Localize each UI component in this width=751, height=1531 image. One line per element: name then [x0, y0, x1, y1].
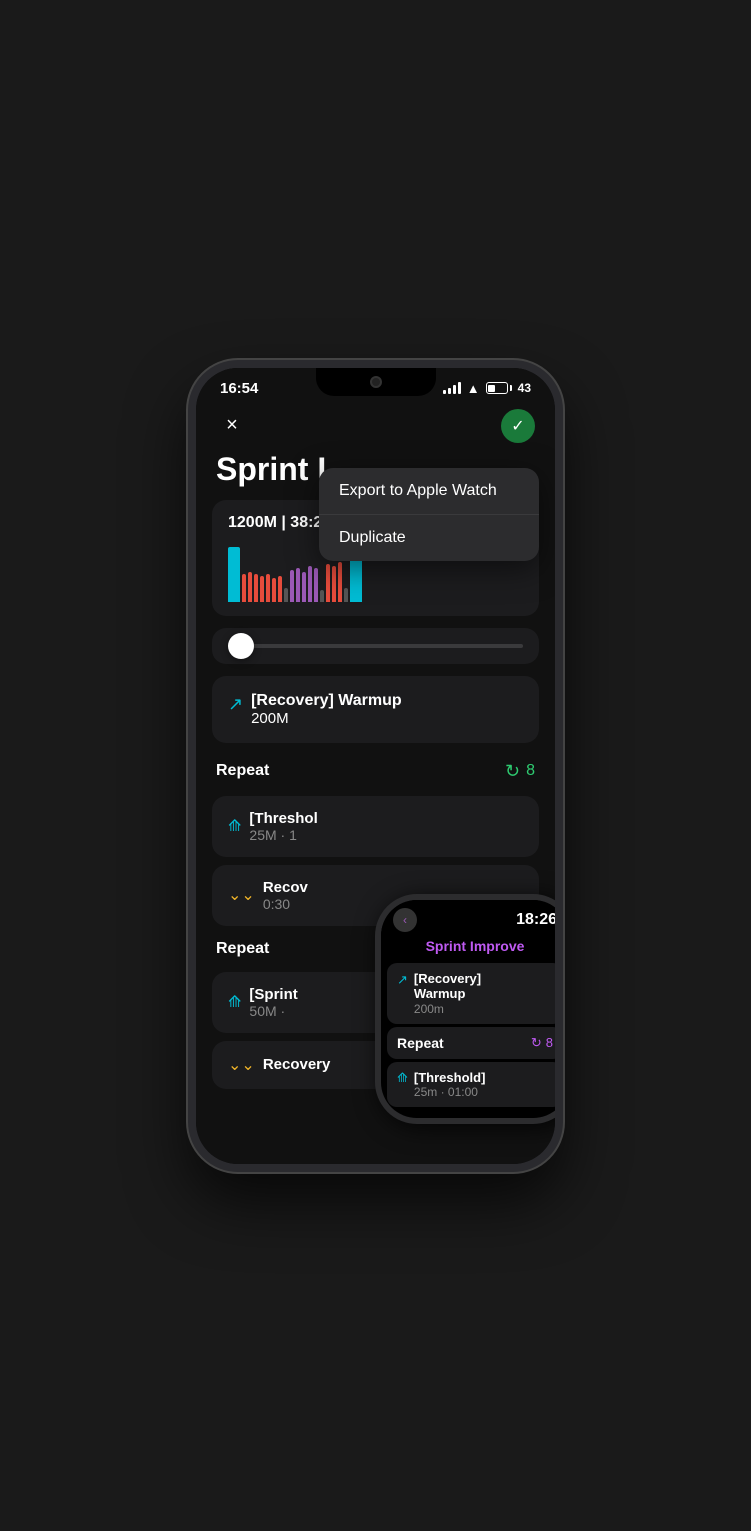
repeat-label-1: Repeat: [216, 762, 269, 780]
warmup-card[interactable]: ↗ [Recovery] Warmup 200M: [212, 676, 539, 743]
watch-threshold-sub: 25m · 01:00: [414, 1085, 486, 1099]
chart-bar: [266, 574, 270, 602]
warmup-distance: 200M: [251, 710, 402, 727]
header-bar: × ✓: [196, 401, 555, 451]
watch-repeat-icon: ↻: [531, 1035, 542, 1051]
chart-bar: [326, 564, 330, 602]
chart-bar: [290, 570, 294, 602]
sprint-up-icon: ⟰: [228, 992, 241, 1012]
repeat-count-1: ↻ 8: [505, 761, 535, 782]
watch-screen: ‹ 18:26 Sprint Improve ↗ [Recovery] Warm…: [381, 900, 555, 1118]
chart-bar: [248, 572, 252, 602]
status-icons: ▲ 43: [443, 381, 531, 396]
battery-icon: [486, 382, 512, 394]
confirm-button[interactable]: ✓: [501, 409, 535, 443]
watch-repeat-number: 8: [546, 1035, 553, 1050]
watch-time: 18:26: [516, 911, 555, 929]
chart-bar: [302, 572, 306, 602]
recovery-title: Recov: [263, 879, 308, 896]
warmup-text: [Recovery] Warmup 200M: [251, 692, 402, 727]
watch-repeat-label: Repeat: [397, 1035, 444, 1051]
chart-bar: [332, 566, 336, 602]
watch-back-button: ‹: [393, 908, 417, 932]
sprint-sub: 50M ·: [249, 1003, 297, 1019]
chart-bar: [242, 574, 246, 602]
slider-thumb[interactable]: [228, 633, 254, 659]
close-button[interactable]: ×: [216, 410, 248, 442]
slider-track[interactable]: [228, 644, 523, 648]
watch-workout-title: Sprint Improve: [381, 936, 555, 960]
chart-bar: [278, 576, 282, 602]
watch-threshold-title: [Threshold]: [414, 1070, 486, 1086]
threshold-sub: 25M · 1: [249, 827, 317, 843]
watch-repeat-item: Repeat ↻ 8: [387, 1027, 555, 1059]
wifi-icon: ▲: [467, 381, 480, 396]
export-watch-item[interactable]: Export to Apple Watch: [319, 468, 539, 515]
threshold-up-icon: ⟰: [228, 816, 241, 836]
repeat-icon-1: ↻: [505, 761, 520, 782]
slider-card[interactable]: [212, 628, 539, 664]
watch-status-bar: ‹ 18:26: [381, 900, 555, 936]
dropdown-menu: Export to Apple Watch Duplicate: [319, 468, 539, 561]
signal-icon: [443, 382, 461, 394]
chart-bar: [228, 547, 240, 602]
chart-bar: [272, 578, 276, 602]
recovery-arrow-icon: ↗: [228, 694, 243, 715]
watch-warmup-icon: ↗: [397, 972, 408, 988]
chart-bar: [320, 590, 324, 602]
recovery-bottom-icon: ⌄⌄: [228, 1055, 255, 1075]
recovery-sub: 0:30: [263, 896, 308, 912]
chart-bar: [308, 566, 312, 602]
watch-threshold-item: ⟰ [Threshold] 25m · 01:00: [387, 1062, 555, 1108]
watch-warmup-sub: 200m: [414, 1002, 481, 1016]
watch-warmup-title: [Recovery] Warmup: [414, 971, 481, 1002]
chart-bar: [284, 588, 288, 602]
chart-bar: [260, 576, 264, 602]
watch-threshold-icon: ⟰: [397, 1070, 408, 1086]
watch-repeat-count: ↻ 8: [531, 1035, 553, 1051]
watch-overlay: ‹ 18:26 Sprint Improve ↗ [Recovery] Warm…: [375, 894, 555, 1124]
repeat-label-2: Repeat: [216, 940, 269, 958]
watch-warmup-item: ↗ [Recovery] Warmup 200m: [387, 963, 555, 1024]
chart-bar: [254, 574, 258, 602]
power-button[interactable]: [561, 528, 563, 578]
chart-bar: [338, 562, 342, 602]
recovery-down-icon: ⌄⌄: [228, 885, 255, 905]
repeat-header-1: Repeat ↻ 8: [212, 755, 539, 788]
chart-bar: [344, 588, 348, 602]
recovery-bottom-title: Recovery: [263, 1056, 331, 1073]
battery-percent: 43: [518, 381, 531, 395]
chart-bar: [314, 568, 318, 602]
chart-bar: [296, 568, 300, 602]
repeat-number-1: 8: [526, 762, 535, 780]
duplicate-item[interactable]: Duplicate: [319, 515, 539, 561]
status-time: 16:54: [220, 380, 258, 397]
threshold-item[interactable]: ⟰ [Threshol 25M · 1: [212, 796, 539, 857]
sprint-title: [Sprint: [249, 986, 297, 1003]
threshold-title: [Threshol: [249, 810, 317, 827]
warmup-title: [Recovery] Warmup: [251, 692, 402, 710]
